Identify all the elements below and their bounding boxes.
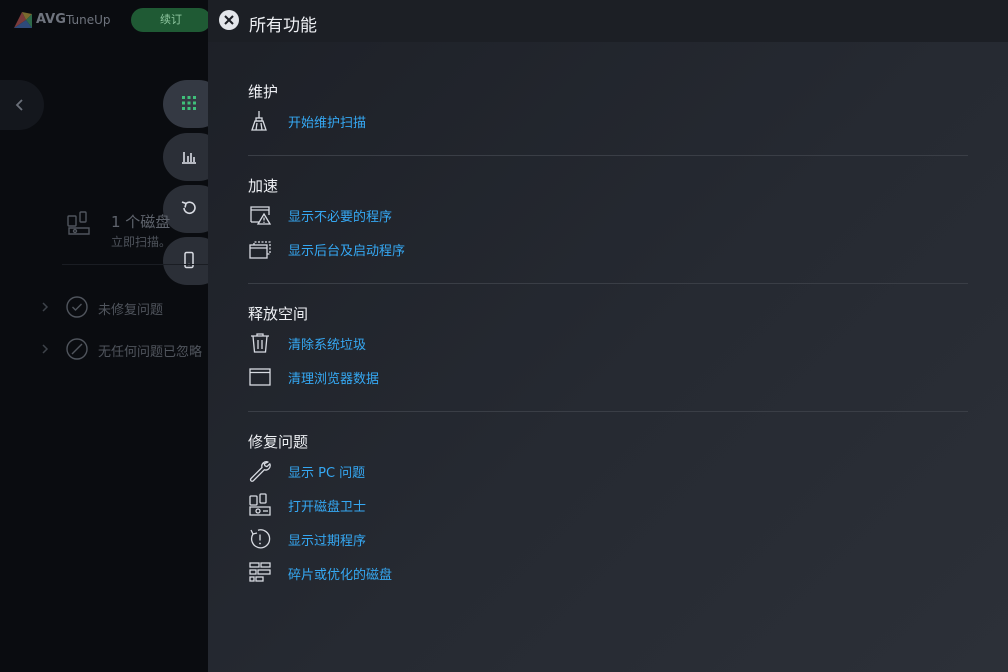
defrag-icon bbox=[249, 562, 271, 582]
check-circle-icon bbox=[66, 296, 88, 318]
chevron-right-icon bbox=[42, 302, 49, 312]
show-unneeded-programs-link[interactable]: 显示不必要的程序 bbox=[248, 197, 968, 231]
chevron-right-icon bbox=[42, 344, 49, 354]
wrench-icon bbox=[249, 461, 271, 482]
disk-status-title: 1 个磁盘 bbox=[111, 213, 171, 231]
close-button[interactable] bbox=[219, 10, 239, 30]
panel-title: 所有功能 bbox=[249, 16, 317, 36]
section-title: 释放空间 bbox=[248, 305, 309, 323]
section-title: 修复问题 bbox=[248, 433, 309, 451]
blocked-circle-icon bbox=[66, 338, 88, 360]
open-disk-doctor-link[interactable]: 打开磁盘卫士 bbox=[248, 487, 968, 521]
start-maintenance-scan-link[interactable]: 开始维护扫描 bbox=[248, 103, 968, 137]
feature-link-label: 显示 PC 问题 bbox=[288, 466, 366, 481]
broom-icon bbox=[251, 111, 267, 131]
trash-icon bbox=[251, 333, 269, 353]
ignored-issues-row[interactable]: 无任何问题已忽略 bbox=[40, 336, 220, 362]
section-maintenance: 维护 开始维护扫描 bbox=[248, 81, 968, 137]
show-background-startup-programs-link[interactable]: 显示后台及启动程序 bbox=[248, 231, 968, 265]
grid-icon bbox=[182, 96, 196, 110]
all-features-panel: 所有功能 维护 开始维护扫描 加速 显示不必要的程序 显示后台及启动程序 释放空… bbox=[208, 0, 1008, 672]
feature-link-label: 显示不必要的程序 bbox=[288, 210, 393, 225]
avg-logo-icon bbox=[14, 12, 32, 28]
bar-chart-icon bbox=[182, 152, 196, 164]
show-outdated-programs-link[interactable]: 显示过期程序 bbox=[248, 521, 968, 555]
feature-link-label: 清除系统垃圾 bbox=[288, 338, 367, 353]
feature-link-label: 碎片或优化的磁盘 bbox=[288, 568, 393, 583]
clean-browser-data-link[interactable]: 清理浏览器数据 bbox=[248, 359, 968, 393]
section-speed-up: 加速 显示不必要的程序 显示后台及启动程序 bbox=[248, 175, 968, 265]
row-label: 未修复问题 bbox=[98, 303, 164, 318]
feature-link-label: 打开磁盘卫士 bbox=[288, 500, 367, 515]
stacked-windows-icon bbox=[249, 241, 271, 259]
clock-alert-icon bbox=[250, 529, 271, 549]
product-name: TuneUp bbox=[66, 13, 111, 27]
section-fix-problems: 修复问题 显示 PC 问题 打开磁盘卫士 显示过期程序 碎片或优化的磁盘 bbox=[248, 431, 968, 589]
defrag-disks-link[interactable]: 碎片或优化的磁盘 bbox=[248, 555, 968, 589]
divider bbox=[62, 264, 212, 265]
renew-button[interactable]: 续订 bbox=[131, 8, 211, 32]
section-free-up-space: 释放空间 清除系统垃圾 清理浏览器数据 bbox=[248, 303, 968, 393]
section-title: 维护 bbox=[248, 83, 279, 101]
disk-status-subtitle: 立即扫描。 bbox=[111, 235, 172, 249]
browser-window-icon bbox=[249, 368, 271, 386]
close-icon bbox=[224, 15, 234, 25]
section-divider bbox=[248, 283, 968, 284]
back-button[interactable] bbox=[0, 80, 44, 130]
unresolved-issues-row[interactable]: 未修复问题 bbox=[40, 294, 220, 320]
show-pc-problems-link[interactable]: 显示 PC 问题 bbox=[248, 453, 968, 487]
panel-header: 所有功能 bbox=[208, 0, 1008, 42]
feature-link-label: 显示后台及启动程序 bbox=[288, 244, 406, 259]
undo-icon bbox=[181, 201, 196, 214]
brand-name: AVG bbox=[36, 12, 66, 27]
section-divider bbox=[248, 155, 968, 156]
feature-link-label: 显示过期程序 bbox=[288, 534, 367, 549]
disk-doctor-icon bbox=[67, 211, 90, 235]
clean-system-junk-link[interactable]: 清除系统垃圾 bbox=[248, 325, 968, 359]
disk-doctor-icon bbox=[249, 493, 271, 516]
feature-link-label: 清理浏览器数据 bbox=[288, 372, 380, 387]
section-title: 加速 bbox=[248, 177, 279, 195]
feature-link-label: 开始维护扫描 bbox=[288, 116, 367, 131]
window-warning-icon bbox=[250, 206, 272, 225]
phone-icon bbox=[184, 251, 194, 269]
section-divider bbox=[248, 411, 968, 412]
row-label: 无任何问题已忽略 bbox=[98, 345, 203, 360]
chevron-left-icon bbox=[15, 99, 23, 111]
